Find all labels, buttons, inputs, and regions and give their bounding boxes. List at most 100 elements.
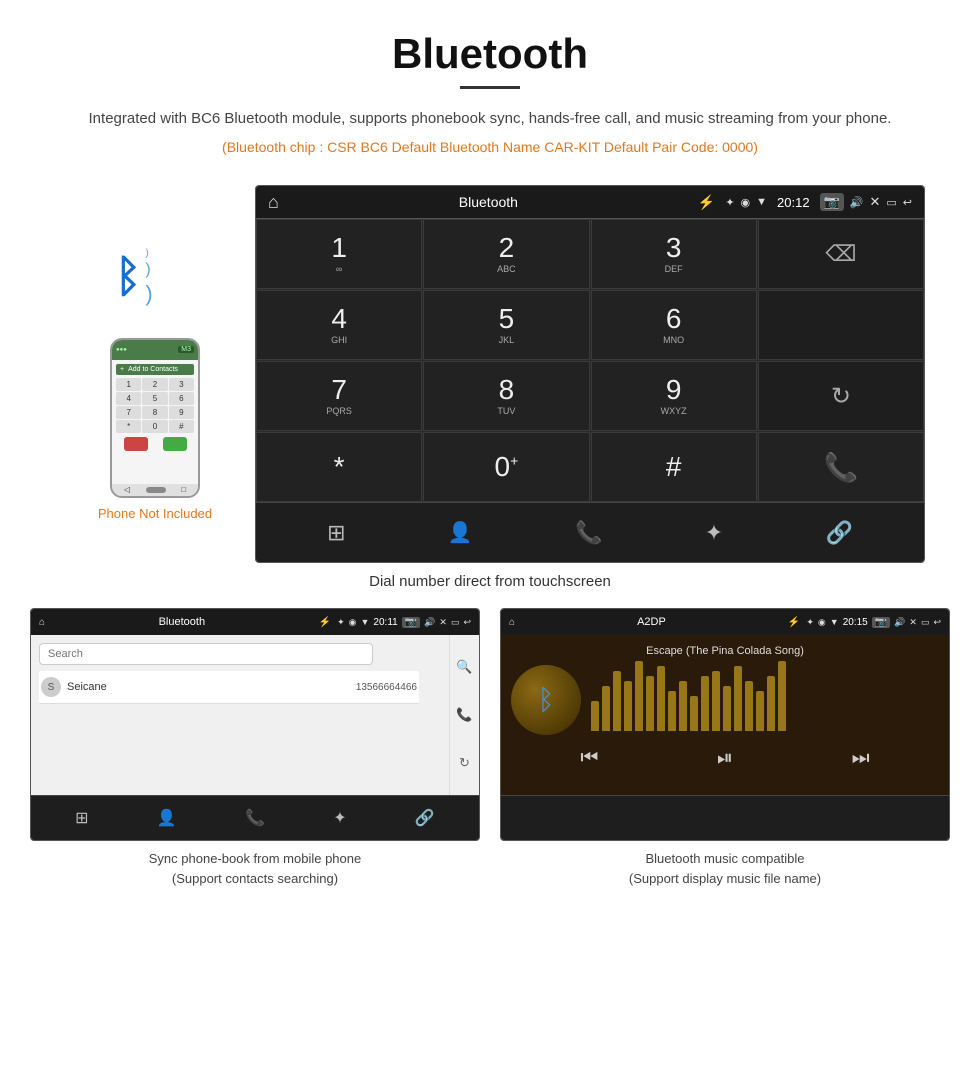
sync-sidebar-icon[interactable]: ↻ <box>459 755 470 771</box>
location-icon: ◉ <box>741 196 751 209</box>
main-section: ᛒ ) ) ) ●●● M3 +Add to Contacts 1 2 <box>0 185 980 563</box>
phonebook-bottom-nav: ⊞ 👤 📞 ✦ 🔗 <box>31 795 479 840</box>
dial-key-6[interactable]: 6 MNO <box>591 290 757 360</box>
phonebook-usb-icon: ⚡ <box>319 617 331 628</box>
nav-contacts-icon[interactable]: 👤 <box>440 512 481 553</box>
car-bottom-nav: ⊞ 👤 📞 ✦ 🔗 <box>256 502 924 562</box>
dial-key-4[interactable]: 4 GHI <box>256 290 422 360</box>
music-location-icon: ◉ <box>818 617 826 628</box>
music-window-icon[interactable]: ▭ <box>921 617 930 628</box>
dial-key-0[interactable]: 0+ <box>423 432 589 502</box>
music-close-icon[interactable]: ✕ <box>909 617 917 628</box>
music-bt-symbol-icon: ᛒ <box>538 684 555 716</box>
dial-key-8[interactable]: 8 TUV <box>423 361 589 431</box>
phone-key-9[interactable]: 9 <box>169 406 194 419</box>
music-camera-icon[interactable]: 📷 <box>872 617 890 628</box>
next-track-icon[interactable]: ⏭ <box>852 747 870 770</box>
dial-key-1[interactable]: 1 ∞ <box>256 219 422 289</box>
dial-key-star[interactable]: * <box>256 432 422 502</box>
dial-key-5[interactable]: 5 JKL <box>423 290 589 360</box>
dial-key-3[interactable]: 3 DEF <box>591 219 757 289</box>
pb-nav-link[interactable]: 🔗 <box>415 808 435 828</box>
music-controls: ⏮ ⏯ ⏭ <box>511 743 939 774</box>
page-title: Bluetooth <box>60 30 920 78</box>
pb-nav-dialpad[interactable]: ⊞ <box>75 808 88 828</box>
contact-phone: 13566664466 <box>356 682 417 693</box>
phone-top-bar: ●●● M3 <box>112 340 198 360</box>
phonebook-home-icon[interactable]: ⌂ <box>39 617 45 628</box>
phone-key-8[interactable]: 8 <box>142 406 167 419</box>
status-time: 20:12 <box>777 195 810 210</box>
phone-key-5[interactable]: 5 <box>142 392 167 405</box>
phone-key-3[interactable]: 3 <box>169 378 194 391</box>
search-input[interactable] <box>39 643 373 665</box>
window-icon[interactable]: ▭ <box>886 196 896 209</box>
phone-key-7[interactable]: 7 <box>116 406 141 419</box>
phonebook-screen-title: Bluetooth <box>51 616 313 628</box>
bluetooth-specs: (Bluetooth chip : CSR BC6 Default Blueto… <box>60 139 920 155</box>
play-pause-icon[interactable]: ⏯ <box>717 747 733 770</box>
phonebook-status-bar: ⌂ Bluetooth ⚡ ✦ ◉ ▼ 20:11 📷 🔊 ✕ ▭ ↩ <box>31 609 479 635</box>
phone-mock: ●●● M3 +Add to Contacts 1 2 3 4 5 6 7 8 … <box>110 338 200 498</box>
dial-key-hash[interactable]: # <box>591 432 757 502</box>
phone-key-star[interactable]: * <box>116 420 141 433</box>
phone-key-6[interactable]: 6 <box>169 392 194 405</box>
car-screen-title: Bluetooth <box>289 194 688 210</box>
phonebook-content: S Seicane 13566664466 <box>31 635 449 795</box>
music-home-icon[interactable]: ⌂ <box>509 617 515 628</box>
redial-icon: ↻ <box>831 382 851 411</box>
pb-nav-bt[interactable]: ✦ <box>333 808 346 828</box>
title-divider <box>460 86 520 89</box>
nav-link-icon[interactable]: 🔗 <box>817 512 860 554</box>
dial-key-7[interactable]: 7 PQRS <box>256 361 422 431</box>
music-back-icon[interactable]: ↩ <box>933 617 941 628</box>
phone-aside: ᛒ ) ) ) ●●● M3 +Add to Contacts 1 2 <box>55 185 255 563</box>
music-usb-icon: ⚡ <box>788 617 800 628</box>
dial-sub-1: ∞ <box>336 264 342 274</box>
call-sidebar-icon[interactable]: 📞 <box>456 707 472 723</box>
phonebook-status-icons: ✦ ◉ ▼ 20:11 📷 🔊 ✕ ▭ ↩ <box>337 617 471 628</box>
phonebook-window-icon[interactable]: ▭ <box>451 617 460 628</box>
phonebook-camera-icon[interactable]: 📷 <box>402 617 420 628</box>
contact-row[interactable]: S Seicane 13566664466 <box>39 671 419 704</box>
phonebook-back-icon[interactable]: ↩ <box>463 617 471 628</box>
phone-key-0[interactable]: 0 <box>142 420 167 433</box>
phonebook-location-icon: ◉ <box>349 617 357 628</box>
nav-dialpad-icon[interactable]: ⊞ <box>319 512 353 554</box>
music-volume-icon[interactable]: 🔊 <box>894 617 905 628</box>
volume-icon[interactable]: 🔊 <box>850 196 864 209</box>
close-icon[interactable]: ✕ <box>869 194 880 210</box>
dial-redial[interactable]: ↻ <box>758 361 924 431</box>
phonebook-content-area: S Seicane 13566664466 🔍 📞 ↻ <box>31 635 479 795</box>
dial-key-2[interactable]: 2 ABC <box>423 219 589 289</box>
prev-track-icon[interactable]: ⏮ <box>580 747 598 770</box>
pb-nav-phone[interactable]: 📞 <box>245 808 265 828</box>
music-main-area: ᛒ <box>511 665 939 735</box>
phonebook-time: 20:11 <box>373 617 397 628</box>
dial-key-9[interactable]: 9 WXYZ <box>591 361 757 431</box>
home-icon[interactable]: ⌂ <box>268 192 279 213</box>
phonebook-close-icon[interactable]: ✕ <box>439 617 447 628</box>
usb-icon: ⚡ <box>698 194 715 211</box>
phonebook-volume-icon[interactable]: 🔊 <box>424 617 435 628</box>
phone-key-hash[interactable]: # <box>169 420 194 433</box>
dial-display-backspace[interactable]: ⌫ <box>758 219 924 289</box>
nav-bt-icon[interactable]: ✦ <box>697 512 731 554</box>
music-status-icons: ✦ ◉ ▼ 20:15 📷 🔊 ✕ ▭ ↩ <box>806 617 941 628</box>
phone-key-2[interactable]: 2 <box>142 378 167 391</box>
nav-phone-icon[interactable]: 📞 <box>567 512 610 554</box>
phone-bottom-bar: ◁ □ <box>112 484 198 496</box>
search-sidebar-icon[interactable]: 🔍 <box>456 659 472 675</box>
camera-icon[interactable]: 📷 <box>820 193 844 211</box>
pb-nav-user[interactable]: 👤 <box>157 808 177 828</box>
backspace-icon: ⌫ <box>825 241 856 267</box>
car-status-bar: ⌂ Bluetooth ⚡ ✦ ◉ ▼ 20:12 📷 🔊 ✕ ▭ ↩ <box>256 186 924 218</box>
music-content: Escape (The Pina Colada Song) ᛒ ⏮ ⏯ ⏭ <box>501 635 949 795</box>
call-button[interactable]: 📞 <box>758 432 924 502</box>
dial-number-1: 1 <box>331 234 347 262</box>
main-caption: Dial number direct from touchscreen <box>0 573 980 590</box>
phone-key-4[interactable]: 4 <box>116 392 141 405</box>
phone-key-1[interactable]: 1 <box>116 378 141 391</box>
dialpad-grid: 1 ∞ 2 ABC 3 DEF ⌫ 4 GHI 5 JKL <box>256 218 924 502</box>
back-icon[interactable]: ↩ <box>903 196 912 209</box>
